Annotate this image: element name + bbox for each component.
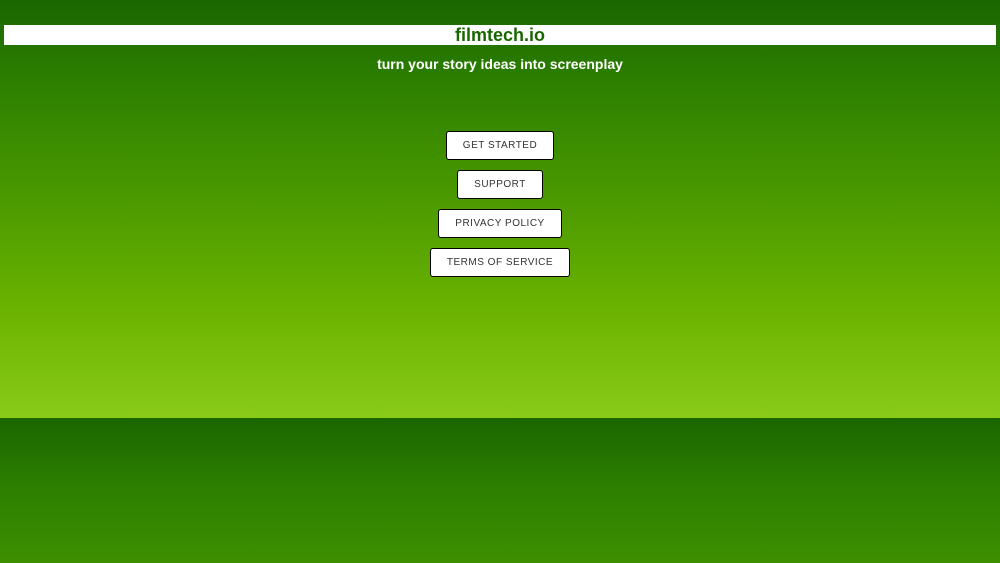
get-started-button[interactable]: GET STARTED [446,131,554,160]
header-bar: filmtech.io [4,25,996,45]
support-button[interactable]: SUPPORT [457,170,543,199]
site-title: filmtech.io [455,25,545,46]
terms-of-service-button[interactable]: TERMS OF SERVICE [430,248,570,277]
buttons-container: GET STARTED SUPPORT PRIVACY POLICY TERMS… [0,131,1000,277]
privacy-policy-button[interactable]: PRIVACY POLICY [438,209,561,238]
bottom-section [0,418,1000,563]
tagline: turn your story ideas into screenplay [0,56,1000,72]
page-container: filmtech.io turn your story ideas into s… [0,0,1000,563]
